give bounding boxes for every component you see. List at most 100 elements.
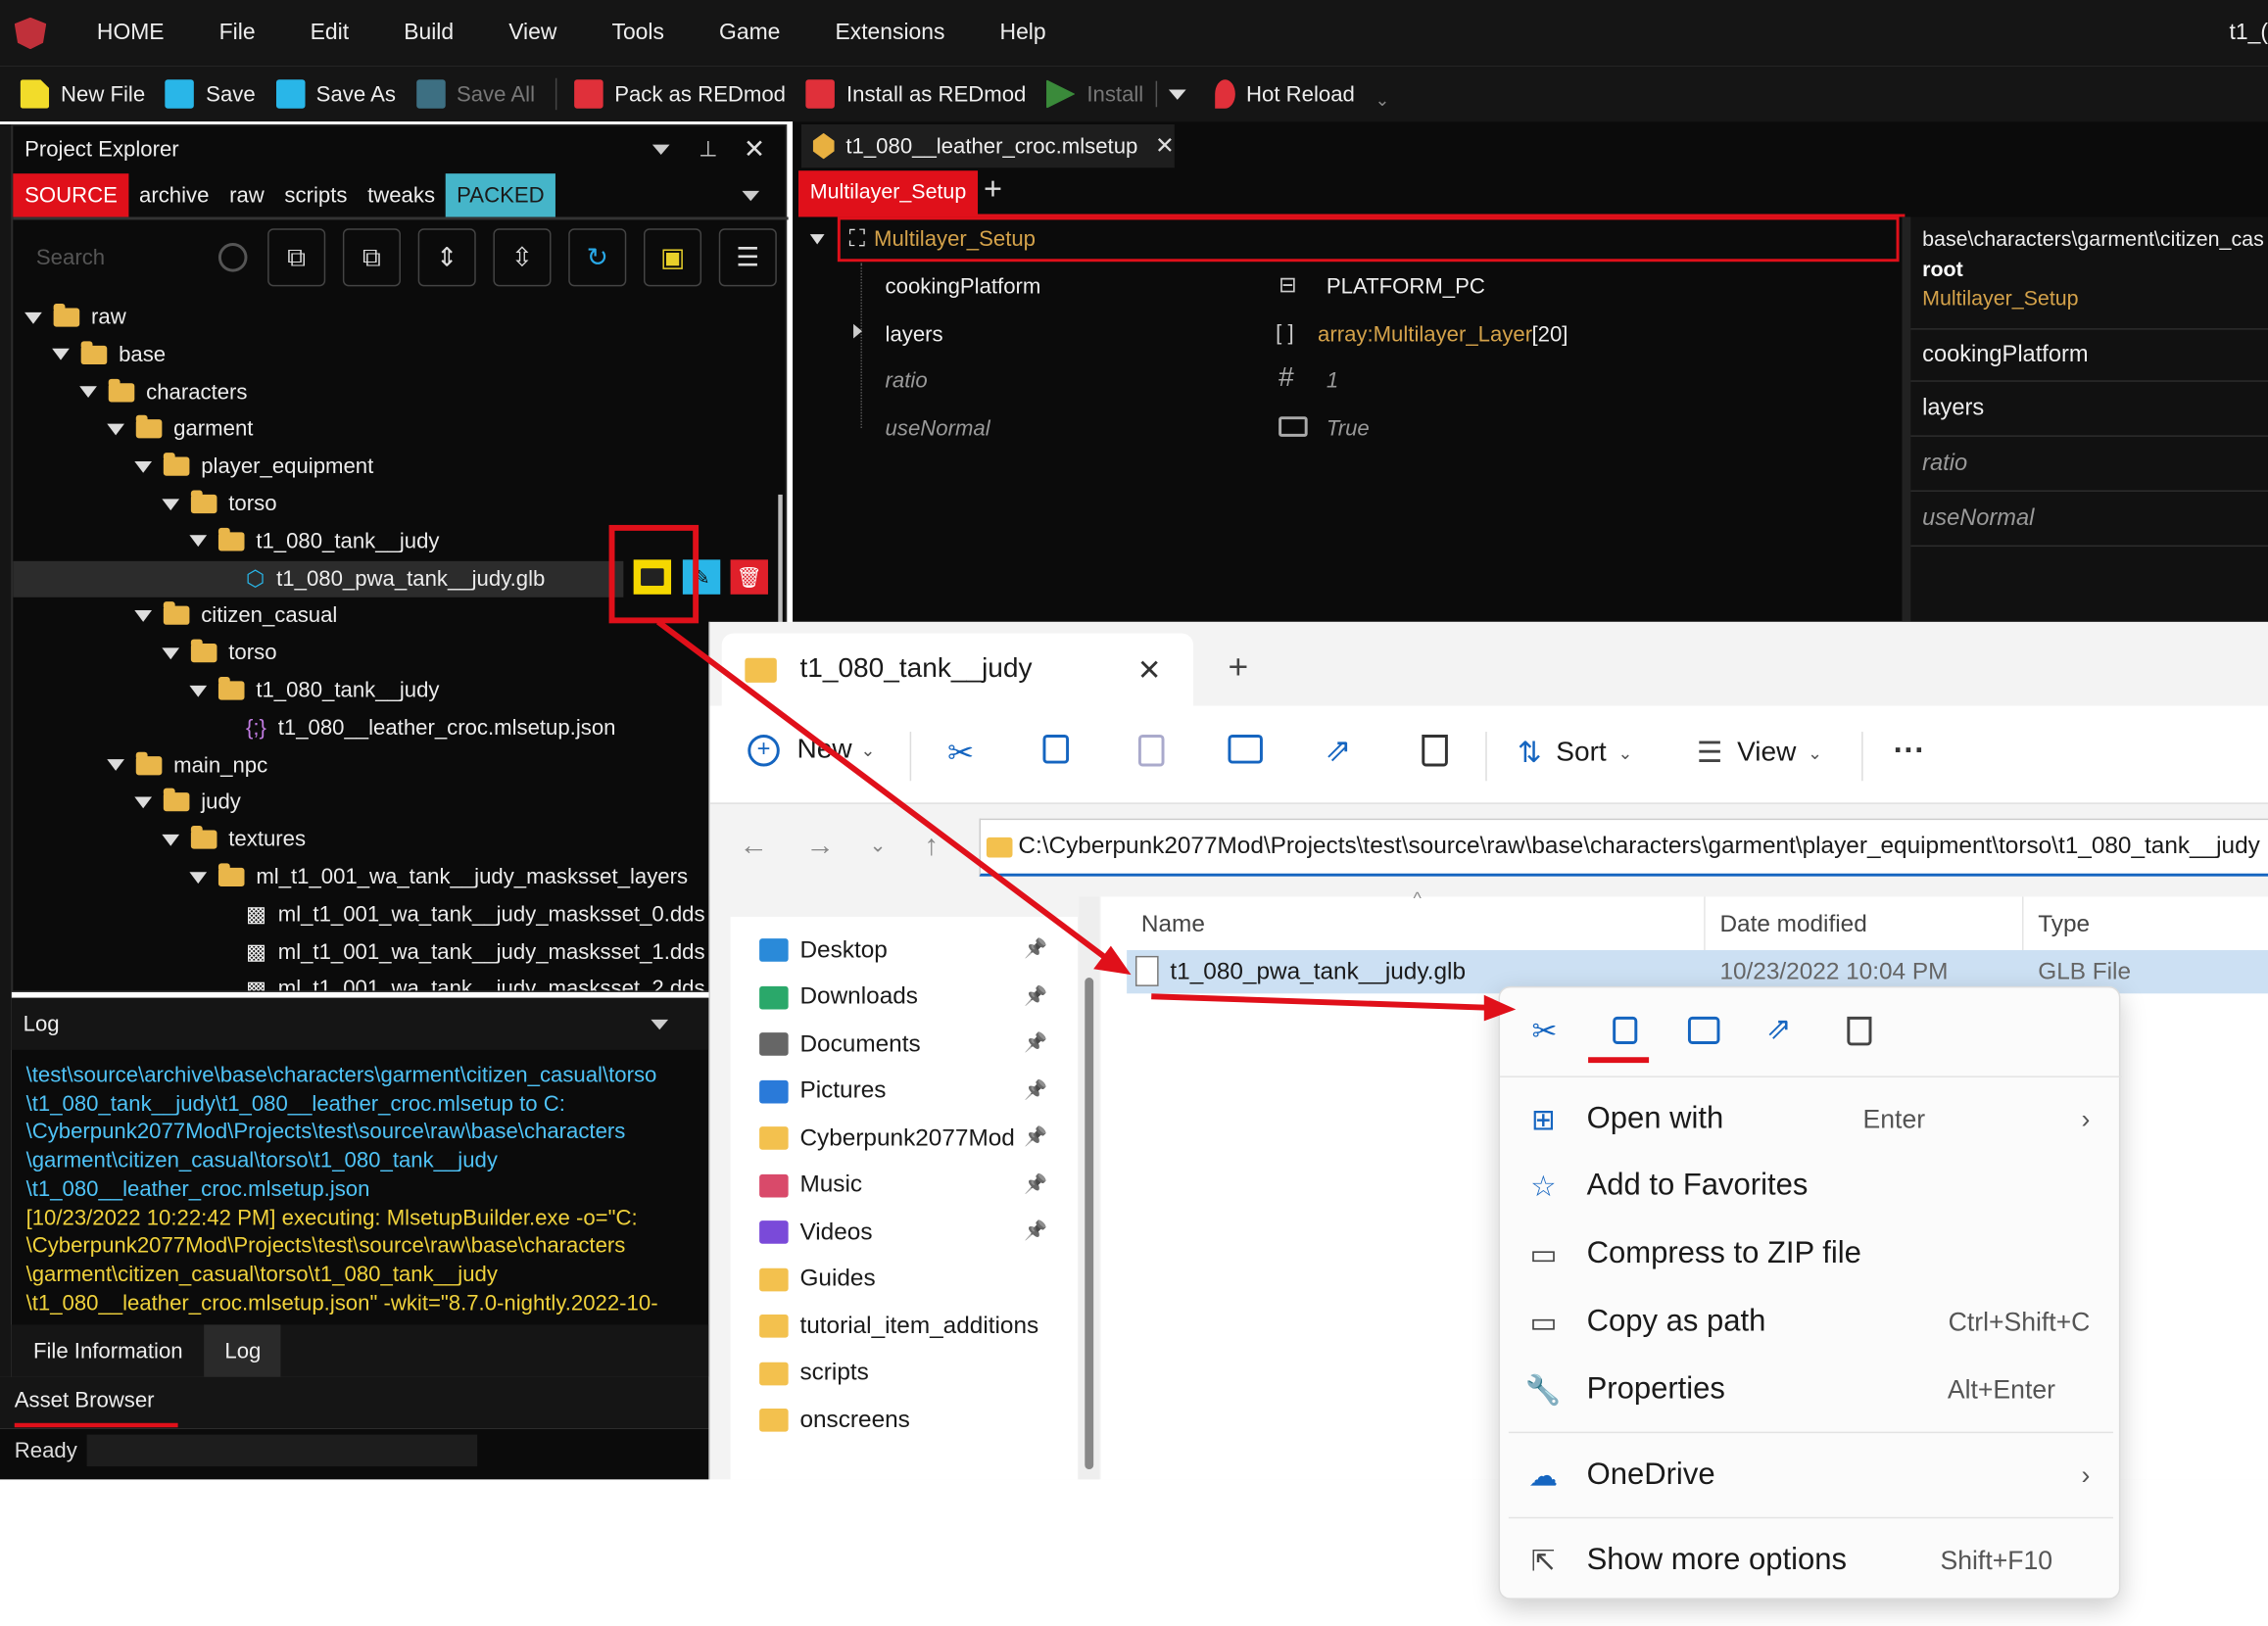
cut-icon[interactable]: ✂ bbox=[947, 735, 974, 772]
chevron-down-icon[interactable] bbox=[79, 386, 97, 399]
delete-icon[interactable] bbox=[1847, 1016, 1872, 1046]
share-icon[interactable]: ⇗ bbox=[1766, 1011, 1792, 1047]
new-button[interactable]: + New ⌄ bbox=[748, 735, 875, 767]
nav-item[interactable]: Videos bbox=[759, 1211, 872, 1254]
hot-reload-button[interactable]: Hot Reload bbox=[1214, 79, 1355, 109]
rename-icon[interactable] bbox=[1228, 735, 1263, 764]
pin-icon[interactable]: 📌 bbox=[1024, 1125, 1047, 1149]
nav-item[interactable]: Desktop bbox=[759, 929, 888, 972]
nav-item[interactable]: Pictures bbox=[759, 1070, 886, 1113]
property-item[interactable]: ratio bbox=[1910, 438, 2268, 492]
tree-folder-row[interactable]: garment bbox=[107, 411, 253, 448]
tree-folder-row[interactable]: characters bbox=[79, 374, 248, 410]
close-tab-icon[interactable]: ✕ bbox=[1155, 131, 1175, 161]
refresh-button[interactable]: ↻ bbox=[568, 228, 627, 287]
explorer-tab[interactable]: t1_080_tank__judy ✕ bbox=[721, 633, 1194, 706]
tree-folder-row[interactable]: t1_080_tank__judy bbox=[189, 673, 440, 709]
recent-icon[interactable]: ⌄ bbox=[869, 833, 886, 857]
menu-view[interactable]: View bbox=[481, 21, 584, 47]
editor-file-tab[interactable]: t1_080__leather_croc.mlsetup ✕ bbox=[800, 123, 1175, 168]
chevron-down-icon[interactable] bbox=[189, 871, 208, 884]
menu-build[interactable]: Build bbox=[376, 21, 481, 47]
delete-icon[interactable] bbox=[1422, 735, 1448, 767]
tree-folder-row[interactable]: raw bbox=[24, 300, 126, 336]
tree-folder-row[interactable]: judy bbox=[134, 785, 241, 821]
tab-file-information[interactable]: File Information bbox=[12, 1324, 205, 1376]
nav-item[interactable]: tutorial_item_additions bbox=[759, 1305, 1038, 1348]
tree-folder-row[interactable]: citizen_casual bbox=[134, 598, 337, 634]
panel-menu-icon[interactable] bbox=[651, 143, 670, 155]
column-header-type[interactable]: Type bbox=[2038, 896, 2268, 954]
chevron-down-icon[interactable] bbox=[162, 834, 180, 846]
tree-file-row[interactable]: ▩ ml_t1_001_wa_tank__judy_masksset_2.dds bbox=[217, 971, 705, 990]
chevron-down-icon[interactable] bbox=[162, 646, 180, 659]
tree-folder-row[interactable]: ml_t1_001_wa_tank__judy_masksset_layers bbox=[189, 859, 688, 895]
context-open-with[interactable]: ⊞ Open with Enter › bbox=[1500, 1086, 2122, 1153]
log-menu-icon[interactable] bbox=[651, 1019, 669, 1029]
prop-row-layers[interactable]: layers [ ] array:Multilayer_Layer [20] bbox=[886, 316, 1898, 354]
back-icon[interactable]: ← bbox=[739, 830, 768, 863]
new-tab-icon[interactable]: + bbox=[1228, 647, 1248, 688]
tree-folder-row[interactable]: torso bbox=[162, 635, 277, 671]
tree-folder-row[interactable]: textures bbox=[162, 822, 306, 858]
nav-item[interactable]: Music bbox=[759, 1164, 862, 1207]
nav-item[interactable]: Cyberpunk2077Mod bbox=[759, 1117, 1015, 1160]
context-compress-zip[interactable]: ▭ Compress to ZIP file bbox=[1500, 1220, 2122, 1287]
chevron-down-icon[interactable] bbox=[52, 349, 70, 361]
tab-tweaks[interactable]: tweaks bbox=[358, 173, 446, 216]
tab-archive[interactable]: archive bbox=[129, 173, 219, 216]
toolbar-overflow-icon[interactable]: ⌄ bbox=[1375, 90, 1390, 111]
property-item[interactable]: useNormal bbox=[1910, 493, 2268, 548]
menu-extensions[interactable]: Extensions bbox=[807, 21, 972, 47]
nav-item[interactable]: Downloads bbox=[759, 976, 918, 1019]
menu-game[interactable]: Game bbox=[692, 21, 807, 47]
chevron-down-icon[interactable] bbox=[134, 460, 153, 473]
pin-icon[interactable]: 📌 bbox=[1024, 937, 1047, 961]
asset-browser-tab[interactable]: Asset Browser bbox=[14, 1388, 178, 1428]
tabs-dropdown-icon[interactable] bbox=[742, 190, 760, 202]
tree-folder-row[interactable]: main_npc bbox=[107, 747, 267, 784]
tree-folder-row[interactable]: base bbox=[52, 337, 166, 373]
forward-icon[interactable]: → bbox=[805, 830, 835, 863]
tab-scripts[interactable]: scripts bbox=[274, 173, 358, 216]
install-button[interactable]: Install bbox=[1046, 79, 1186, 109]
add-tab-icon[interactable]: + bbox=[984, 170, 1002, 208]
chevron-down-icon[interactable] bbox=[134, 609, 153, 622]
expand-all-button[interactable]: ⧉ bbox=[342, 228, 401, 287]
context-properties[interactable]: 🔧 Properties Alt+Enter bbox=[1500, 1357, 2122, 1423]
chevron-down-icon[interactable] bbox=[107, 759, 124, 772]
save-button[interactable]: Save bbox=[165, 79, 256, 109]
tree-folder-row[interactable]: torso bbox=[162, 486, 277, 522]
nav-item[interactable]: Documents bbox=[759, 1023, 921, 1066]
pack-redmod-button[interactable]: Pack as REDmod bbox=[573, 79, 786, 109]
tree-file-row[interactable]: ▩ ml_t1_001_wa_tank__judy_masksset_0.dds bbox=[217, 896, 705, 933]
new-file-button[interactable]: New File bbox=[20, 79, 146, 109]
menu-help[interactable]: Help bbox=[972, 21, 1073, 47]
expand-node-button[interactable]: ⇕ bbox=[417, 228, 476, 287]
property-item[interactable]: layers bbox=[1910, 383, 2268, 437]
nav-item[interactable]: Guides bbox=[759, 1258, 876, 1301]
save-all-button[interactable]: Save All bbox=[415, 79, 535, 109]
install-redmod-button[interactable]: Install as REDmod bbox=[805, 79, 1026, 109]
nav-item[interactable]: onscreens bbox=[759, 1399, 910, 1442]
menu-home[interactable]: HOME bbox=[70, 21, 192, 47]
copy-icon[interactable] bbox=[1613, 1016, 1638, 1044]
delete-button[interactable]: 🗑 bbox=[730, 559, 768, 595]
prop-row-useNormal[interactable]: useNormal True bbox=[886, 410, 1898, 448]
rename-icon[interactable] bbox=[1687, 1016, 1720, 1044]
show-file-button[interactable]: ▣ bbox=[643, 228, 702, 287]
chevron-down-icon[interactable] bbox=[189, 685, 208, 696]
save-as-button[interactable]: Save As bbox=[275, 79, 396, 109]
editor-sub-tab[interactable]: Multilayer_Setup bbox=[797, 170, 979, 215]
collapse-node-button[interactable]: ⇳ bbox=[493, 228, 552, 287]
context-show-more-options[interactable]: ⇱ Show more options Shift+F10 bbox=[1500, 1527, 2122, 1594]
share-icon[interactable]: ⇗ bbox=[1325, 732, 1351, 769]
paste-icon[interactable] bbox=[1137, 735, 1165, 767]
pin-icon[interactable]: 📌 bbox=[1024, 1220, 1047, 1243]
search-input[interactable]: Search bbox=[36, 245, 105, 269]
tree-file-row[interactable]: {;} t1_080__leather_croc.mlsetup.json bbox=[217, 710, 615, 746]
tab-source[interactable]: SOURCE bbox=[13, 173, 129, 217]
menu-file[interactable]: File bbox=[192, 21, 283, 47]
hamburger-menu-button[interactable]: ☰ bbox=[718, 228, 777, 287]
tab-raw[interactable]: raw bbox=[219, 173, 274, 216]
